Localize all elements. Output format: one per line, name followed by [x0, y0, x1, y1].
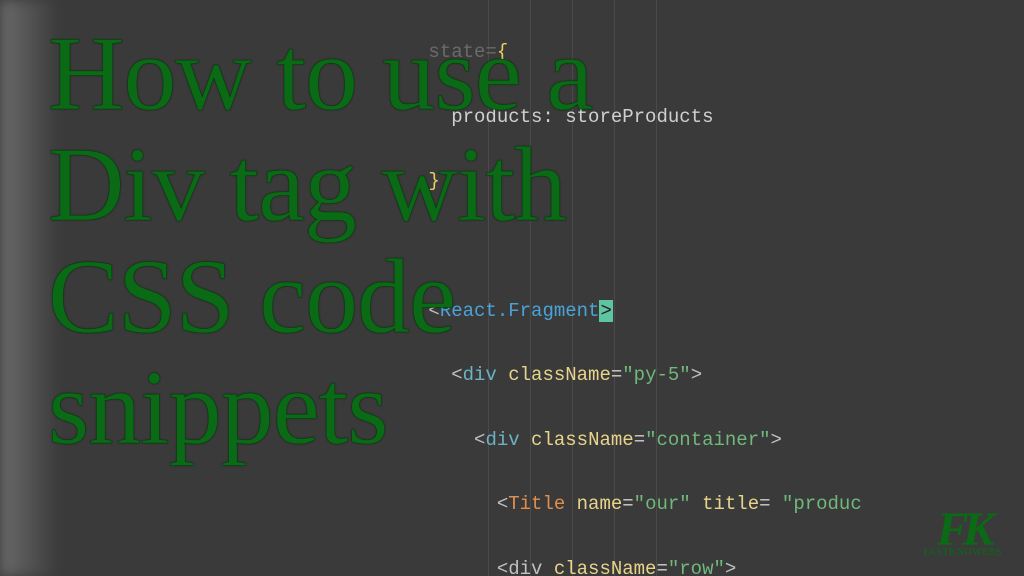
headline-title: How to use a Div tag with CSS code snipp… — [48, 18, 724, 463]
headline-line: CSS code — [48, 238, 455, 355]
headline-line: How to use a — [48, 15, 592, 132]
brand-logo: FK FASTKNOWERS — [923, 508, 1002, 558]
logo-initials: FK — [923, 508, 1002, 551]
logo-wordmark: FASTKNOWERS — [923, 547, 1002, 558]
headline-line: Div tag with — [48, 126, 566, 243]
headline-line: snippets — [48, 349, 387, 466]
